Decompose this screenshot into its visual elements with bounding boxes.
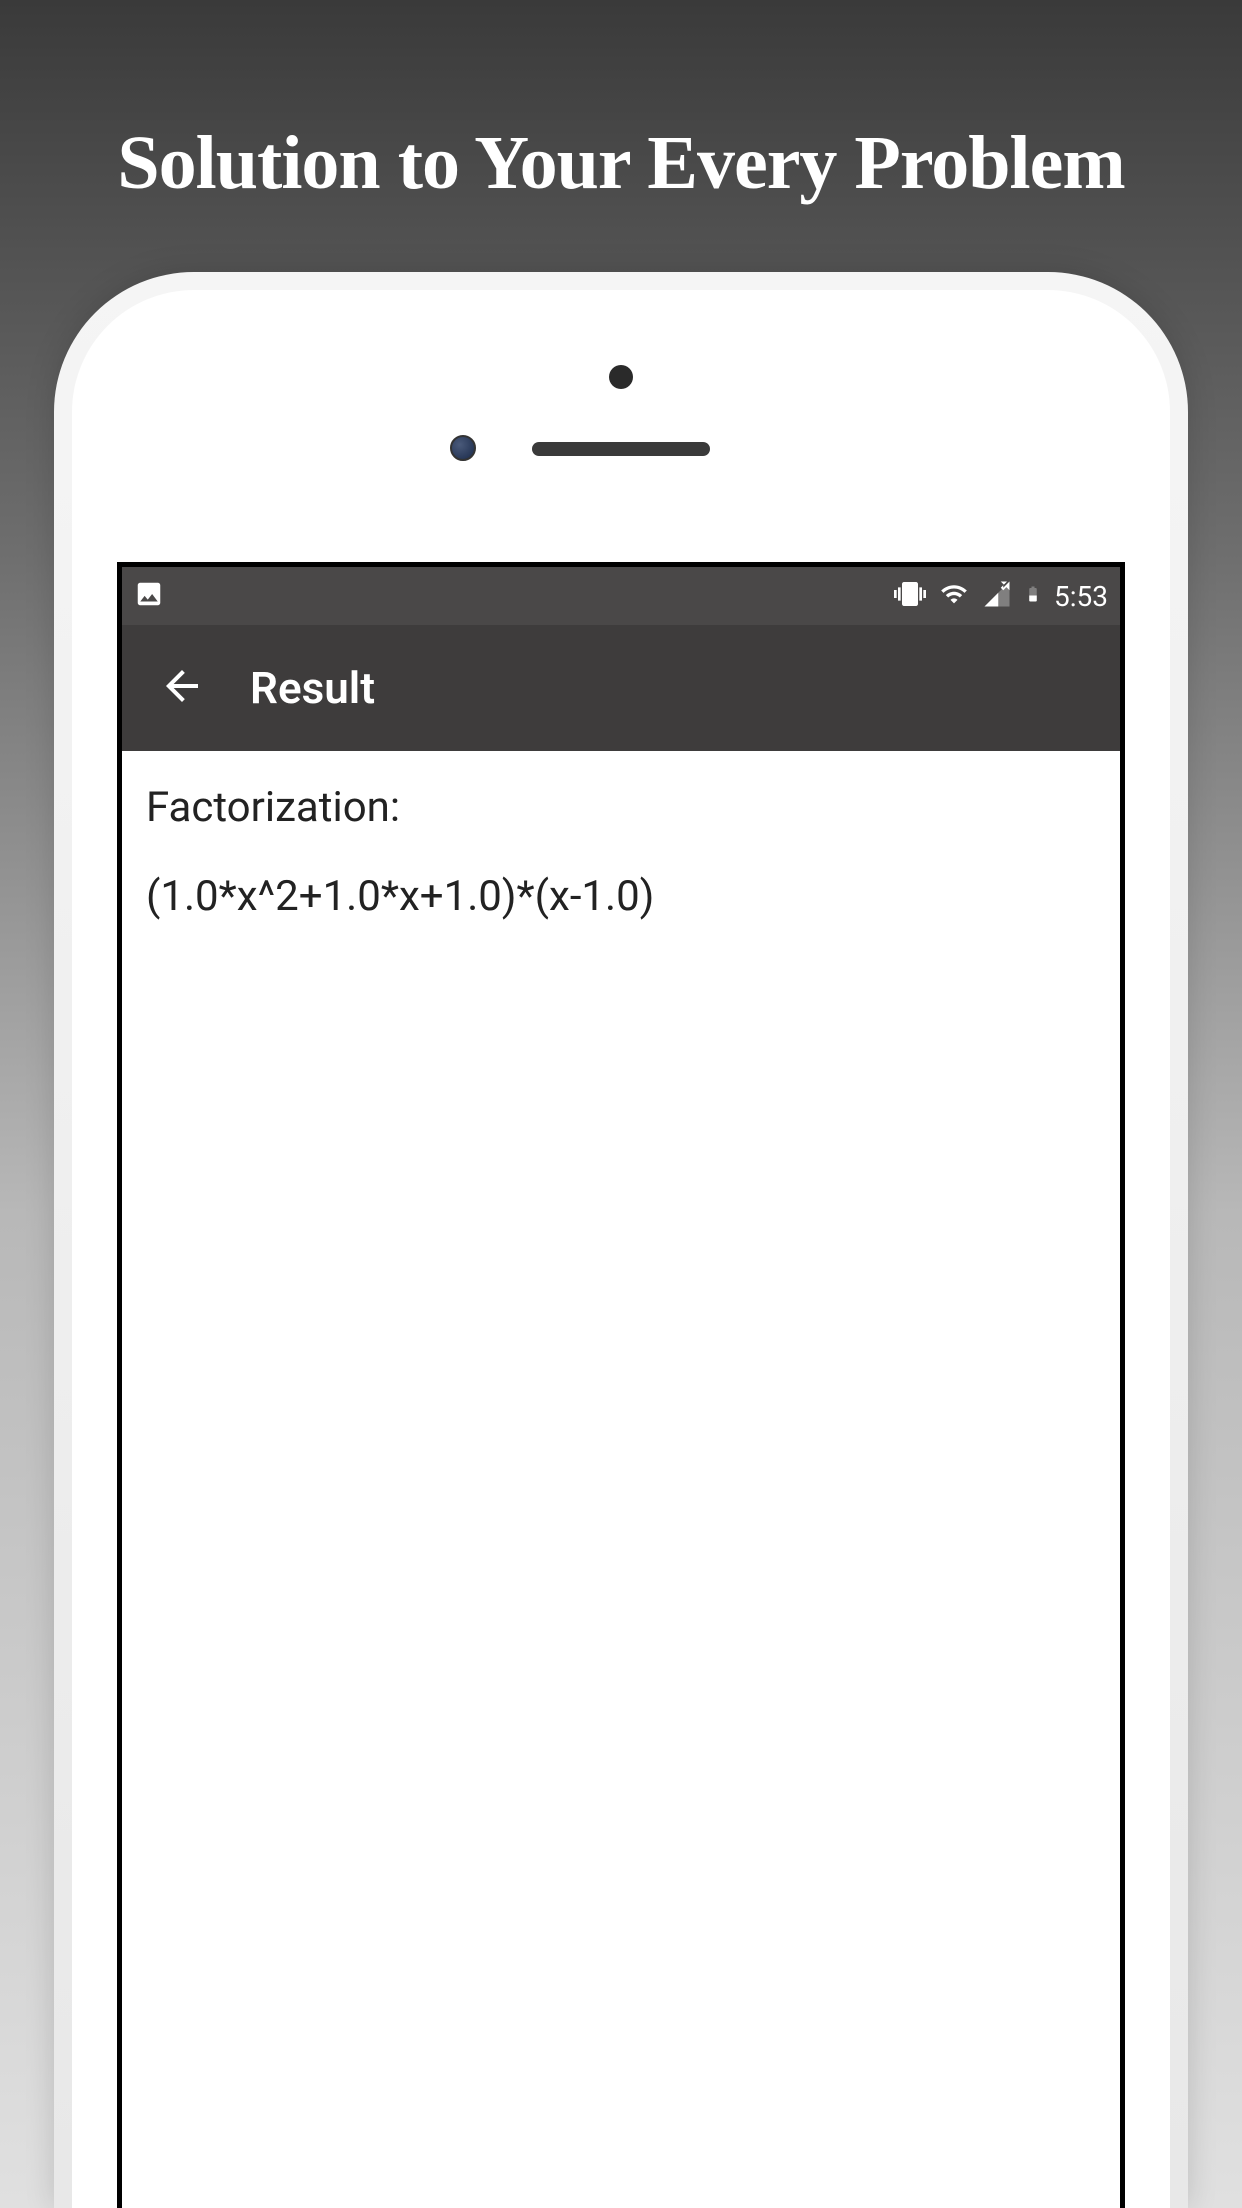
image-icon xyxy=(134,579,164,613)
signal-icon xyxy=(982,579,1012,613)
phone-frame: 5:53 Result Factorization: (1.0*x^2+1.0*… xyxy=(54,272,1188,2208)
phone-screen: 5:53 Result Factorization: (1.0*x^2+1.0*… xyxy=(117,562,1125,2208)
result-label: Factorization: xyxy=(146,783,1096,832)
page-title: Result xyxy=(250,662,375,714)
promo-title: Solution to Your Every Problem xyxy=(0,120,1242,207)
phone-top-sensor xyxy=(609,365,633,389)
status-bar: 5:53 xyxy=(122,567,1120,625)
back-button[interactable] xyxy=(142,648,222,728)
status-right: 5:53 xyxy=(894,578,1108,614)
result-value: (1.0*x^2+1.0*x+1.0)*(x-1.0) xyxy=(146,872,1096,921)
content-area: Factorization: (1.0*x^2+1.0*x+1.0)*(x-1.… xyxy=(122,751,1120,953)
status-left xyxy=(134,579,164,613)
phone-front-camera xyxy=(450,435,476,461)
wifi-icon xyxy=(938,580,970,612)
phone-speaker xyxy=(532,442,710,456)
status-time: 5:53 xyxy=(1054,580,1108,613)
vibrate-icon xyxy=(894,578,926,614)
battery-icon xyxy=(1024,579,1042,613)
arrow-left-icon xyxy=(158,662,206,714)
phone-inner: 5:53 Result Factorization: (1.0*x^2+1.0*… xyxy=(72,290,1170,2208)
app-bar: Result xyxy=(122,625,1120,751)
